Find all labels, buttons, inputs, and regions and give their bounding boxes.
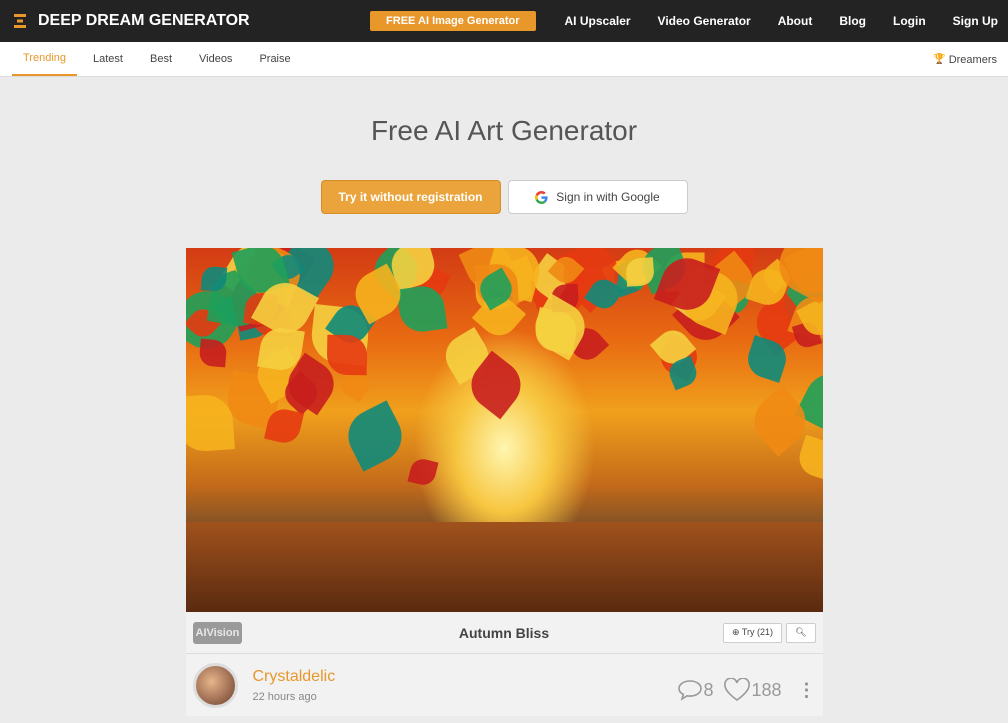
author-name[interactable]: Crystaldelic [253, 668, 336, 686]
leaf-shape [794, 434, 823, 482]
tab-praise[interactable]: Praise [248, 42, 301, 76]
leaf-shape [407, 456, 439, 488]
feed-tabs: Trending Latest Best Videos Praise 🏆 Dre… [0, 42, 1008, 77]
try-prompt-button[interactable]: ⊕ Try (21) [723, 622, 783, 643]
more-options-icon[interactable]: ⋮ [798, 680, 816, 701]
try-label: Try (21) [741, 627, 774, 637]
dreamers-label: Dreamers [948, 53, 997, 66]
post-image[interactable] [185, 248, 823, 612]
comments-button[interactable]: 8 [677, 679, 713, 701]
cta-buttons: Try it without registration Sign in with… [0, 180, 1008, 214]
comment-icon [678, 680, 703, 701]
nav-login[interactable]: Login [893, 14, 926, 28]
nav-blog[interactable]: Blog [839, 14, 866, 28]
ground [185, 522, 823, 612]
dreamers-link[interactable]: 🏆 Dreamers [933, 42, 997, 77]
top-nav: FREE AI Image Generator AI Upscaler Vide… [370, 0, 1008, 42]
nav-sign-up[interactable]: Sign Up [953, 14, 998, 28]
comment-count: 8 [703, 679, 714, 700]
google-icon [535, 190, 548, 204]
heart-icon [724, 678, 751, 701]
tab-videos[interactable]: Videos [188, 42, 243, 76]
top-bar: DEEP DREAM GENERATOR FREE AI Image Gener… [0, 0, 1008, 42]
model-badge[interactable]: AIVision [192, 621, 243, 644]
nav-video-generator[interactable]: Video Generator [658, 14, 751, 28]
tab-latest[interactable]: Latest [82, 42, 134, 76]
nav-ai-upscaler[interactable]: AI Upscaler [565, 14, 631, 28]
like-button[interactable]: 188 [723, 678, 782, 702]
post-card: AIVision Autumn Bliss ⊕ Try (21) 🔍︎ Crys… [185, 248, 823, 716]
leaf-shape [339, 400, 411, 472]
search-button[interactable]: 🔍︎ [786, 622, 816, 643]
post-time: 22 hours ago [252, 690, 317, 703]
trophy-icon: 🏆 [933, 54, 946, 65]
logo-icon [14, 14, 26, 28]
google-button-label: Sign in with Google [556, 190, 660, 204]
plus-circle-icon: ⊕ [732, 627, 742, 637]
post-caption: AIVision Autumn Bliss ⊕ Try (21) 🔍︎ [185, 612, 823, 654]
post-author: Crystaldelic 22 hours ago 8 188 ⋮ [186, 654, 823, 716]
page-title: Free AI Art Generator [370, 115, 638, 146]
leaf-shape [326, 334, 368, 376]
tab-best[interactable]: Best [139, 42, 183, 76]
avatar[interactable] [192, 662, 238, 708]
sign-in-google-button[interactable]: Sign in with Google [507, 180, 688, 214]
try-without-registration-button[interactable]: Try it without registration [320, 180, 501, 214]
nav-about[interactable]: About [778, 14, 813, 28]
nav-free-ai-image-generator[interactable]: FREE AI Image Generator [370, 11, 536, 31]
logo-text: DEEP DREAM GENERATOR [38, 12, 250, 29]
search-icon: 🔍︎ [795, 627, 807, 637]
tab-trending[interactable]: Trending [12, 42, 78, 76]
like-count: 188 [751, 679, 782, 700]
logo[interactable]: DEEP DREAM GENERATOR [14, 12, 250, 30]
